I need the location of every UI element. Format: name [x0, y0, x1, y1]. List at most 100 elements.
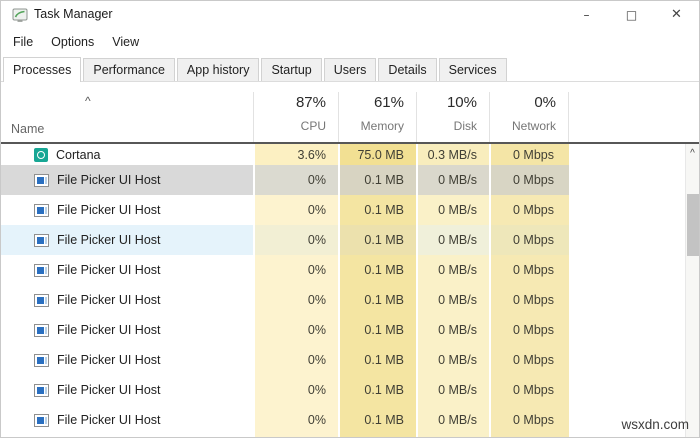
- process-name-cell[interactable]: File Picker UI Host: [1, 405, 253, 435]
- memory-value: 0.1 MB: [340, 225, 416, 255]
- tab-performance[interactable]: Performance: [83, 58, 175, 81]
- maximize-button[interactable]: □: [609, 1, 654, 29]
- memory-total-percent: 61%: [373, 94, 404, 111]
- app-window-icon: [34, 383, 49, 397]
- memory-value: 0.1 MB: [340, 375, 416, 405]
- title-bar: Task Manager – □ ✕: [1, 1, 699, 29]
- process-name: File Picker UI Host: [57, 203, 161, 217]
- process-row[interactable]: File Picker UI Host 0%0.1 MB0 MB/s0 Mbps: [1, 285, 687, 315]
- network-value: 0 Mbps: [491, 195, 569, 225]
- cpu-value: 0%: [255, 255, 338, 285]
- vertical-scrollbar[interactable]: ^: [685, 144, 699, 437]
- process-name: File Picker UI Host: [57, 173, 161, 187]
- cpu-value: 0%: [255, 315, 338, 345]
- app-window-icon: [34, 263, 49, 277]
- cpu-value: 0%: [255, 345, 338, 375]
- disk-value: 0 MB/s: [418, 195, 489, 225]
- tab-details[interactable]: Details: [378, 58, 437, 81]
- app-window-icon: [34, 413, 49, 427]
- task-manager-window: Task Manager – □ ✕ File Options View Process…: [0, 0, 700, 438]
- disk-value: 0 MB/s: [418, 165, 489, 195]
- menu-bar: File Options View: [1, 29, 699, 54]
- app-window-icon: [34, 323, 49, 337]
- process-row[interactable]: File Picker UI Host 0%0.1 MB0 MB/s0 Mbps: [1, 345, 687, 375]
- menu-item-view[interactable]: View: [103, 32, 148, 52]
- app-window-icon: [34, 353, 49, 367]
- network-value: 0 Mbps: [491, 375, 569, 405]
- memory-value: 0.1 MB: [340, 405, 416, 435]
- process-name-cell[interactable]: File Picker UI Host: [1, 285, 253, 315]
- process-row[interactable]: File Picker UI Host 0%0.1 MB0 MB/s0 Mbps: [1, 315, 687, 345]
- process-name-cell[interactable]: Cortana: [1, 144, 253, 165]
- disk-value: 0 MB/s: [418, 405, 489, 435]
- process-name: File Picker UI Host: [57, 413, 161, 427]
- memory-value: 0.1 MB: [340, 285, 416, 315]
- disk-value: 0 MB/s: [418, 375, 489, 405]
- network-value: 0 Mbps: [491, 144, 569, 165]
- tab-services[interactable]: Services: [438, 58, 507, 81]
- tab-processes[interactable]: Processes: [3, 57, 82, 82]
- network-value: 0 Mbps: [491, 285, 569, 315]
- process-row[interactable]: File Picker UI Host 0%0.1 MB0 MB/s0 Mbps: [1, 375, 687, 405]
- memory-value: 75.0 MB: [340, 144, 416, 165]
- disk-column-header[interactable]: 10% Disk: [416, 92, 489, 142]
- cpu-value: 0%: [255, 405, 338, 435]
- cpu-column-label: CPU: [300, 119, 326, 133]
- cpu-value: 0%: [255, 285, 338, 315]
- process-name-cell[interactable]: File Picker UI Host: [1, 345, 253, 375]
- process-row[interactable]: File Picker UI Host 0%0.1 MB0 MB/s0 Mbps: [1, 225, 687, 255]
- scrollbar-thumb[interactable]: [687, 194, 699, 256]
- task-manager-icon: [12, 7, 28, 23]
- process-list: Cortana 3.6% 75.0 MB 0.3 MB/s 0 Mbps File Pic…: [1, 144, 687, 437]
- memory-value: 0.1 MB: [340, 315, 416, 345]
- tab-strip: Processes Performance App history Startup Us…: [1, 54, 699, 82]
- network-value: 0 Mbps: [491, 315, 569, 345]
- network-column-label: Network: [511, 119, 556, 133]
- process-name: File Picker UI Host: [57, 323, 161, 337]
- disk-value: 0 MB/s: [418, 345, 489, 375]
- memory-column-label: Memory: [360, 119, 404, 133]
- process-name: File Picker UI Host: [57, 233, 161, 247]
- network-value: 0 Mbps: [491, 345, 569, 375]
- watermark: wsxdn.com: [621, 417, 689, 432]
- process-row[interactable]: File Picker UI Host 0%0.1 MB0 MB/s0 Mbps: [1, 165, 687, 195]
- network-value: 0 Mbps: [491, 405, 569, 435]
- app-window-icon: [34, 233, 49, 247]
- network-column-header[interactable]: 0% Network: [489, 92, 569, 142]
- close-button[interactable]: ✕: [654, 1, 699, 29]
- process-name: Cortana: [56, 147, 101, 162]
- menu-item-file[interactable]: File: [4, 32, 42, 52]
- disk-value: 0.3 MB/s: [418, 144, 489, 165]
- process-name-cell[interactable]: File Picker UI Host: [1, 315, 253, 345]
- tab-app-history[interactable]: App history: [176, 58, 260, 81]
- app-window-icon: [34, 173, 49, 187]
- disk-column-label: Disk: [453, 119, 477, 133]
- name-column-header[interactable]: Name: [11, 122, 44, 136]
- cpu-value: 0%: [255, 195, 338, 225]
- memory-value: 0.1 MB: [340, 195, 416, 225]
- scroll-up-icon[interactable]: ^: [686, 146, 699, 162]
- cpu-value: 0%: [255, 165, 338, 195]
- process-row[interactable]: File Picker UI Host 0%0.1 MB0 MB/s0 Mbps: [1, 255, 687, 285]
- process-name-cell[interactable]: File Picker UI Host: [1, 195, 253, 225]
- sort-ascending-icon[interactable]: ^: [85, 94, 91, 108]
- memory-column-header[interactable]: 61% Memory: [338, 92, 416, 142]
- cpu-column-header[interactable]: 87% CPU: [253, 92, 338, 142]
- process-name-cell[interactable]: File Picker UI Host: [1, 225, 253, 255]
- tab-users[interactable]: Users: [323, 58, 377, 81]
- minimize-button[interactable]: –: [564, 1, 609, 29]
- process-name-cell[interactable]: File Picker UI Host: [1, 165, 253, 195]
- app-window-icon: [34, 293, 49, 307]
- memory-value: 0.1 MB: [340, 255, 416, 285]
- process-name-cell[interactable]: File Picker UI Host: [1, 375, 253, 405]
- menu-item-options[interactable]: Options: [42, 32, 103, 52]
- process-row[interactable]: File Picker UI Host 0%0.1 MB0 MB/s0 Mbps: [1, 195, 687, 225]
- process-name: File Picker UI Host: [57, 383, 161, 397]
- disk-value: 0 MB/s: [418, 285, 489, 315]
- process-row[interactable]: File Picker UI Host 0%0.1 MB0 MB/s0 Mbps: [1, 405, 687, 435]
- process-name-cell[interactable]: File Picker UI Host: [1, 255, 253, 285]
- tab-startup[interactable]: Startup: [261, 58, 322, 81]
- process-row[interactable]: Cortana 3.6% 75.0 MB 0.3 MB/s 0 Mbps: [1, 144, 687, 165]
- cpu-value: 0%: [255, 375, 338, 405]
- disk-value: 0 MB/s: [418, 225, 489, 255]
